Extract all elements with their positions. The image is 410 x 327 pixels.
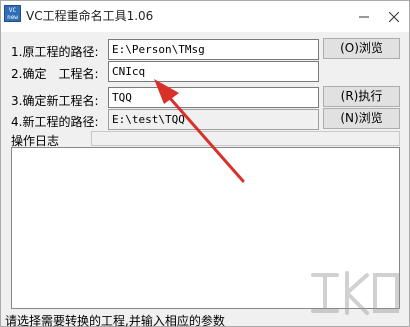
log-header-bar bbox=[91, 131, 400, 146]
project-name-label: 2.确定 工程名: bbox=[11, 67, 99, 81]
window-controls bbox=[349, 1, 409, 32]
app-icon-text-bottom: new bbox=[7, 14, 18, 21]
watermark-logo bbox=[311, 271, 399, 315]
source-path-input[interactable]: E:\Person\TMsg bbox=[108, 39, 319, 60]
status-bar-text: 请选择需要转换的工程,并输入相应的参数 bbox=[5, 314, 225, 327]
new-project-name-input[interactable]: TQQ bbox=[108, 87, 319, 108]
new-path-label: 4.新工程的路径: bbox=[11, 115, 99, 129]
source-path-label: 1.原工程的路径: bbox=[11, 45, 99, 59]
close-icon[interactable] bbox=[379, 1, 409, 32]
browse-source-button[interactable]: (O)浏览 bbox=[323, 38, 400, 59]
new-path-input[interactable]: E:\test\TQQ bbox=[108, 109, 319, 130]
project-name-input[interactable]: CNIcq bbox=[108, 61, 319, 82]
title-bar[interactable]: VC new VC工程重命名工具1.06 bbox=[1, 1, 409, 32]
new-project-name-label: 3.确定新工程名: bbox=[11, 94, 99, 108]
app-icon-text-top: VC bbox=[8, 7, 17, 14]
app-icon: VC new bbox=[4, 5, 21, 22]
execute-button[interactable]: (R)执行 bbox=[323, 86, 400, 107]
browse-new-path-button[interactable]: (N)浏览 bbox=[323, 108, 400, 129]
app-window: VC new VC工程重命名工具1.06 1.原工程的路径: E:\Person… bbox=[0, 0, 410, 327]
window-title: VC工程重命名工具1.06 bbox=[26, 9, 154, 23]
minimize-icon[interactable] bbox=[349, 1, 379, 32]
